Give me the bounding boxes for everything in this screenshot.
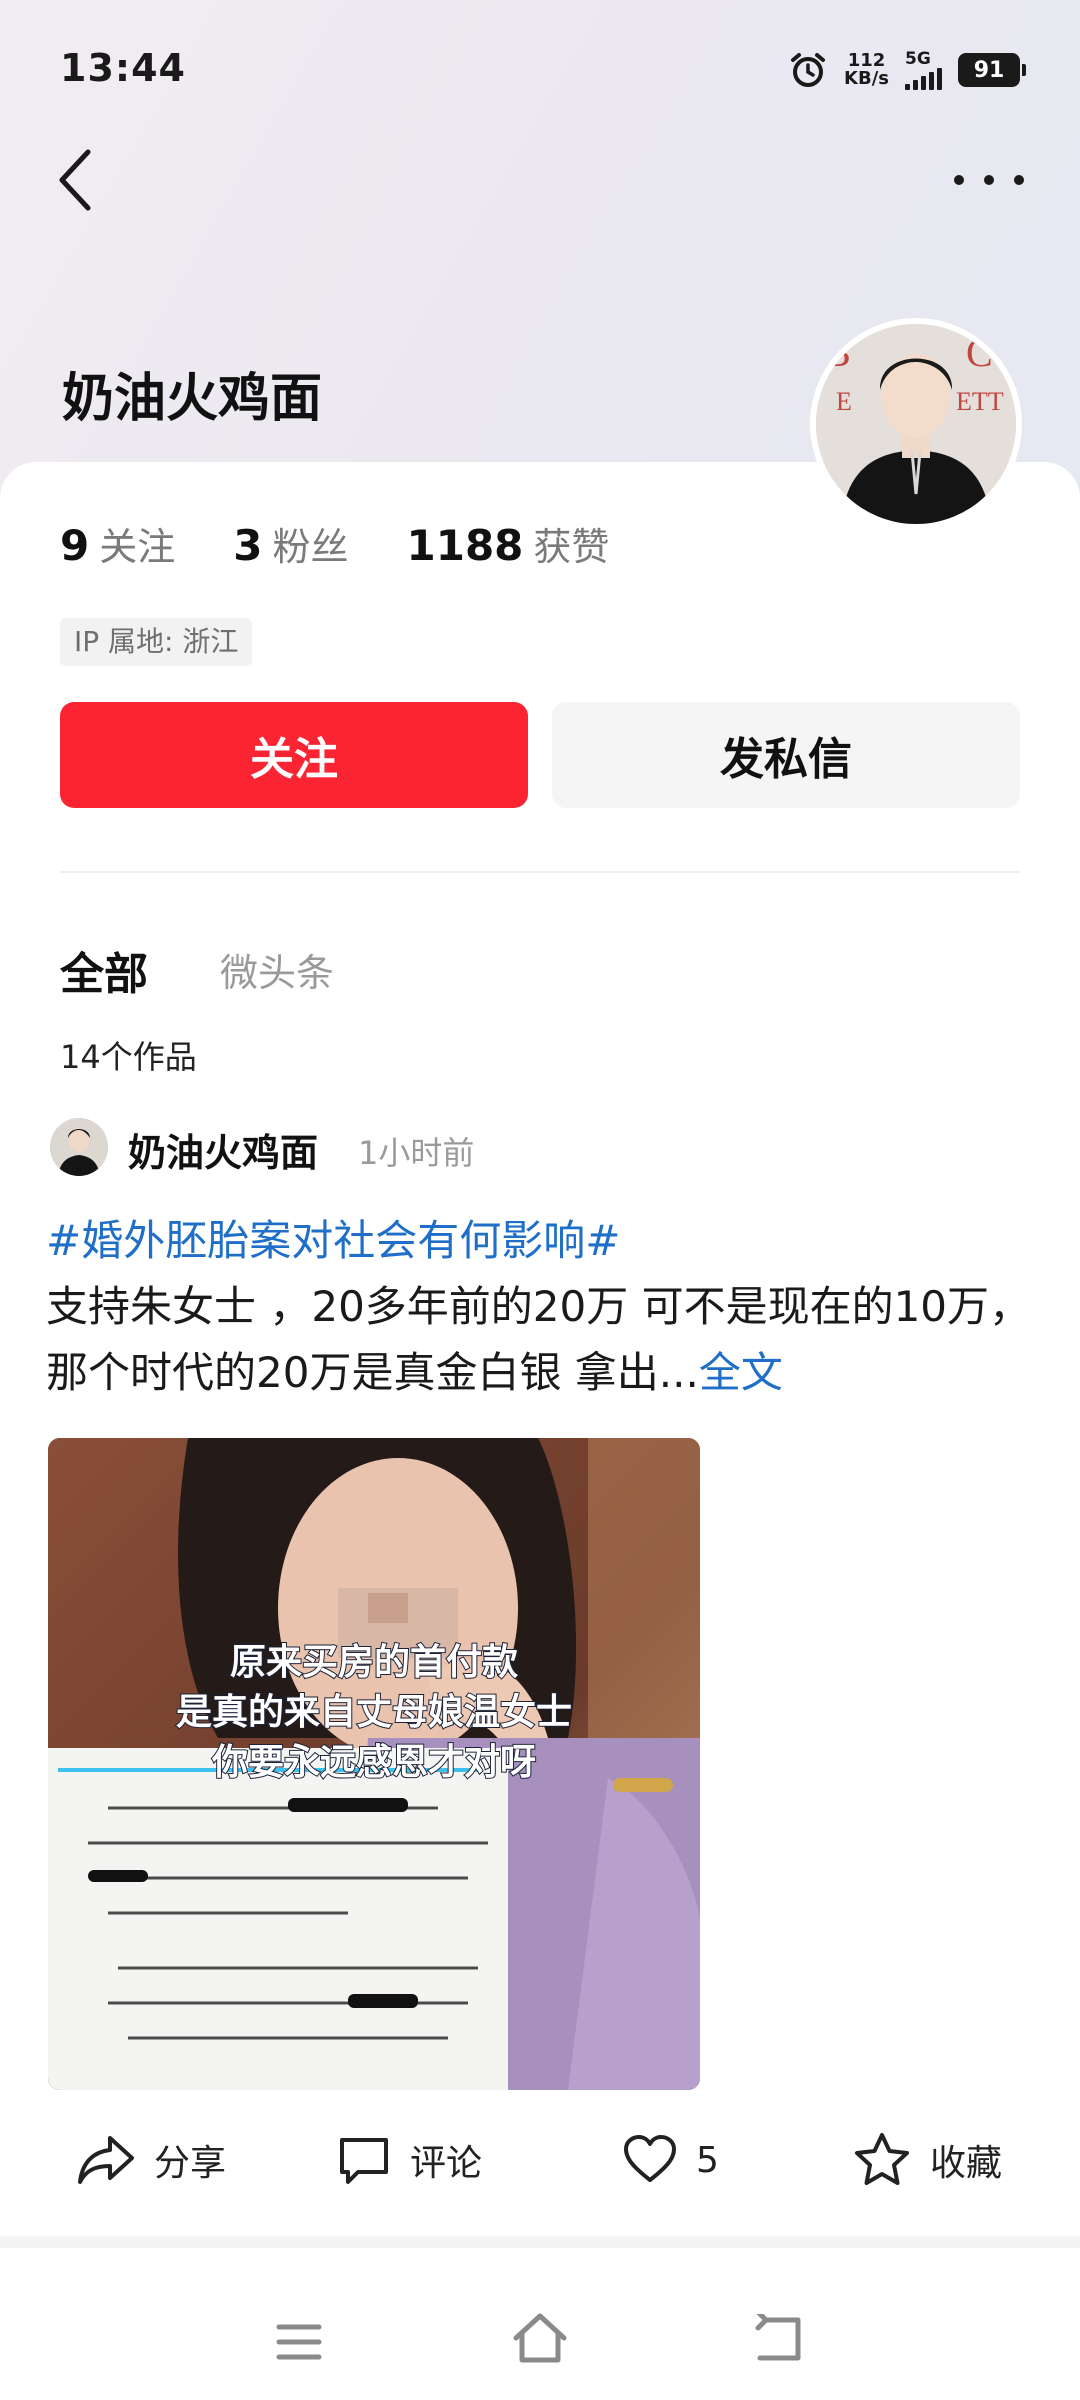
- post-actions: 分享 评论 5 收藏: [0, 2118, 1080, 2202]
- avatar-image: B C E ETT: [816, 324, 1016, 524]
- favorite-label: 收藏: [930, 2143, 1003, 2184]
- back-button[interactable]: [56, 140, 106, 220]
- avatar-image: [50, 1118, 108, 1176]
- network-type: 5G: [905, 49, 931, 69]
- image-caption-line: 原来买房的首付款: [229, 1641, 519, 1684]
- back-nav-icon[interactable]: [754, 2314, 806, 2364]
- profile-avatar[interactable]: B C E ETT: [810, 318, 1022, 530]
- share-button[interactable]: 分享: [76, 2118, 226, 2202]
- post-hashtag[interactable]: #婚外胚胎案对社会有何影响#: [46, 1208, 1036, 1274]
- ip-location-badge: IP 属地: 浙江: [60, 618, 253, 666]
- post-author-avatar[interactable]: [50, 1118, 108, 1176]
- post-body-text: 支持朱女士 ，20多年前的20万 可不是现在的10万，那个时代的20万是真金白银…: [46, 1282, 1032, 1397]
- network-speed-unit: KB/s: [844, 68, 889, 89]
- tab-all[interactable]: 全部: [60, 938, 148, 1002]
- comment-label: 评论: [410, 2143, 483, 2184]
- heart-icon: [624, 2135, 676, 2182]
- status-time: 13:44: [60, 46, 186, 90]
- star-icon: [855, 2133, 909, 2185]
- stat-number: 1188: [406, 521, 524, 570]
- like-button[interactable]: 5: [622, 2118, 719, 2202]
- message-button[interactable]: 发私信: [552, 702, 1020, 808]
- chevron-left-icon: [59, 149, 91, 211]
- follow-button[interactable]: 关注: [60, 702, 528, 808]
- stat-following[interactable]: 9 关注: [60, 516, 175, 571]
- post-time: 1小时前: [358, 1134, 475, 1172]
- more-dots-icon: [954, 175, 964, 185]
- full-text-link[interactable]: 全文: [699, 1348, 783, 1397]
- profile-stats: 9 关注 3 粉丝 1188 获赞: [60, 516, 609, 571]
- signal-indicator: 5G: [905, 50, 942, 90]
- battery-level: 91: [973, 57, 1005, 83]
- comment-button[interactable]: 评论: [336, 2118, 482, 2202]
- more-options-button[interactable]: [954, 160, 1024, 200]
- svg-text:E: E: [836, 387, 852, 416]
- stat-likes[interactable]: 1188 获赞: [407, 516, 610, 571]
- image-caption-line: 你要永远感恩才对呀: [211, 1741, 537, 1784]
- status-bar: 13:44 112 KB/s 5G 91: [0, 0, 1080, 140]
- status-icons: 112 KB/s 5G 91: [788, 48, 1026, 92]
- stat-label: 关注: [99, 525, 176, 569]
- share-label: 分享: [154, 2143, 227, 2184]
- post-image[interactable]: 原来买房的首付款 是真的来自丈母娘温女士 你要永远感恩才对呀: [48, 1438, 700, 2090]
- image-caption-line: 是真的来自丈母娘温女士: [175, 1691, 573, 1734]
- alarm-icon: [791, 53, 826, 87]
- post-author-name[interactable]: 奶油火鸡面: [128, 1122, 318, 1177]
- signal-bars-icon: [905, 68, 942, 90]
- divider: [60, 871, 1020, 873]
- works-count: 14个作品: [60, 1038, 197, 1076]
- stat-label: 粉丝: [272, 525, 349, 569]
- menu-icon[interactable]: [276, 2322, 322, 2362]
- home-icon[interactable]: [510, 2310, 570, 2366]
- svg-text:ETT: ETT: [956, 387, 1004, 416]
- stat-label: 获赞: [533, 525, 610, 569]
- stat-followers[interactable]: 3 粉丝: [233, 516, 348, 571]
- favorite-button[interactable]: 收藏: [852, 2118, 1002, 2202]
- stat-number: 9: [60, 521, 90, 570]
- share-icon: [78, 2136, 134, 2184]
- like-count: 5: [696, 2139, 719, 2181]
- battery-icon: 91: [958, 53, 1026, 87]
- network-speed: 112 KB/s: [844, 52, 889, 88]
- comment-icon: [340, 2138, 388, 2184]
- profile-name: 奶油火鸡面: [62, 369, 323, 429]
- post-content[interactable]: #婚外胚胎案对社会有何影响# 支持朱女士 ，20多年前的20万 可不是现在的10…: [46, 1208, 1036, 1406]
- stat-number: 3: [233, 521, 263, 570]
- tab-micro-headlines[interactable]: 微头条: [220, 942, 334, 997]
